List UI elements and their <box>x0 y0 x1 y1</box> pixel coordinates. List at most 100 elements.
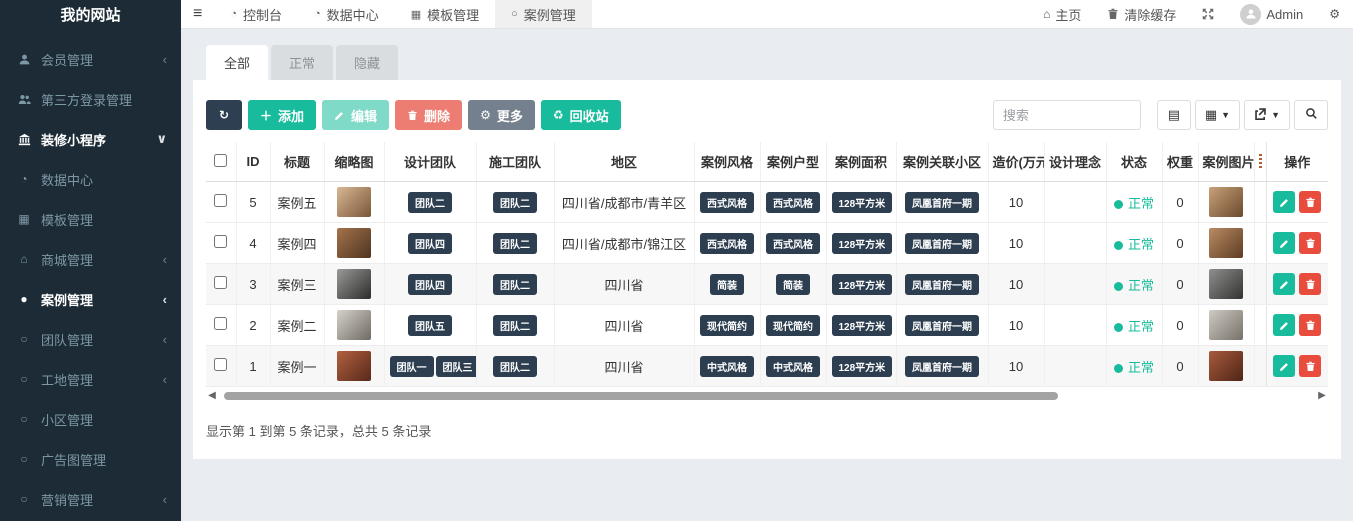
select-all-checkbox[interactable] <box>214 154 227 167</box>
cell-check <box>206 264 236 305</box>
cell-design_team: 团队一团队三 <box>384 346 476 387</box>
user-menu[interactable]: Admin <box>1227 0 1316 28</box>
chevron-down-icon: ∨ <box>156 131 167 147</box>
row-delete-button[interactable] <box>1299 314 1321 336</box>
row-checkbox[interactable] <box>214 358 227 371</box>
tag-badge: 128平方米 <box>832 356 893 377</box>
grid-icon: ▦ <box>411 8 421 21</box>
cell-region: 四川省/成都市/青羊区 <box>554 182 694 223</box>
row-checkbox[interactable] <box>214 235 227 248</box>
tag-badge: 西式风格 <box>700 192 754 213</box>
row-delete-button[interactable] <box>1299 191 1321 213</box>
scrollbar-track[interactable] <box>218 391 1316 401</box>
sidebar-item-11[interactable]: ○广告图管理 <box>0 439 181 479</box>
cell-id: 1 <box>236 346 270 387</box>
delete-button-label: 删除 <box>424 106 450 125</box>
cell-sliver <box>1254 346 1266 387</box>
export-button[interactable]: ▼ <box>1244 100 1290 130</box>
filter-tab-3[interactable]: 隐藏 <box>336 45 398 80</box>
cell-check <box>206 182 236 223</box>
navbar-tab-2[interactable]: ◔ 数据中心 <box>298 0 395 28</box>
case-photo-image <box>1209 228 1243 258</box>
sidebar-item-8[interactable]: ○团队管理‹ <box>0 319 181 359</box>
sidebar-item-12[interactable]: ○营销管理‹ <box>0 479 181 519</box>
refresh-button[interactable]: ↻ <box>206 100 242 130</box>
navbar-tab-3[interactable]: ▦模板管理 <box>395 0 495 28</box>
cell-layout: 西式风格 <box>760 182 826 223</box>
search-toggle-button[interactable] <box>1294 100 1328 130</box>
site-title: 我的网站 <box>0 0 181 29</box>
scroll-left-arrow[interactable]: ◀ <box>206 391 218 401</box>
tag-badge: 凤凰首府一期 <box>905 192 979 213</box>
tag-badge: 西式风格 <box>700 233 754 254</box>
sidebar-item-6[interactable]: ⌂商城管理‹ <box>0 239 181 279</box>
gear-icon: ⚙ <box>480 108 491 122</box>
case-photo-image <box>1209 269 1243 299</box>
column-header-style: 案例风格 <box>694 142 760 182</box>
cell-status: 正常 <box>1106 305 1162 346</box>
row-delete-button[interactable] <box>1299 232 1321 254</box>
delete-button[interactable]: 删除 <box>395 100 462 130</box>
filter-tab-2[interactable]: 正常 <box>271 45 333 80</box>
tag-badge: 团队二 <box>493 315 537 336</box>
cell-ops <box>1266 346 1328 387</box>
home-link[interactable]: ⌂ 主页 <box>1030 0 1094 28</box>
clear-cache-link[interactable]: 清除缓存 <box>1094 0 1189 28</box>
cell-style: 简装 <box>694 264 760 305</box>
sidebar-item-9[interactable]: ○工地管理‹ <box>0 359 181 399</box>
cell-build_team: 团队二 <box>476 346 554 387</box>
sidebar-item-label: 装修小程序 <box>41 130 156 149</box>
more-button[interactable]: ⚙更多 <box>468 100 535 130</box>
filter-tab-1[interactable]: 全部 <box>206 45 268 80</box>
tag-badge: 团队二 <box>493 233 537 254</box>
cell-weight: 0 <box>1162 305 1198 346</box>
cell-weight: 0 <box>1162 182 1198 223</box>
cell-sliver <box>1254 305 1266 346</box>
cell-thumb <box>324 182 384 223</box>
sidebar-item-3[interactable]: 装修小程序∨ <box>0 119 181 159</box>
scroll-right-arrow[interactable]: ▶ <box>1316 391 1328 401</box>
row-delete-button[interactable] <box>1299 273 1321 295</box>
search-input[interactable] <box>993 100 1141 130</box>
fullscreen-button[interactable] <box>1189 0 1227 28</box>
row-checkbox[interactable] <box>214 194 227 207</box>
sidebar-item-label: 商城管理 <box>41 250 163 269</box>
settings-button[interactable]: ⚙ <box>1316 0 1353 28</box>
navbar-tab-label: 数据中心 <box>327 5 379 24</box>
row-checkbox[interactable] <box>214 276 227 289</box>
sidebar-item-2[interactable]: 第三方登录管理 <box>0 79 181 119</box>
columns-button[interactable]: ▦▼ <box>1195 100 1240 130</box>
add-button[interactable]: ＋添加 <box>248 100 316 130</box>
menu-toggle-icon[interactable]: ≡ <box>181 5 214 23</box>
table-row: 5案例五团队二团队二四川省/成都市/青羊区西式风格西式风格128平方米凤凰首府一… <box>206 182 1328 223</box>
status-text: 正常 <box>1128 278 1154 293</box>
row-edit-button[interactable] <box>1273 314 1295 336</box>
cell-design_team: 团队四 <box>384 223 476 264</box>
column-header-check[interactable] <box>206 142 236 182</box>
cell-layout: 现代简约 <box>760 305 826 346</box>
add-button-label: 添加 <box>278 106 304 125</box>
row-delete-button[interactable] <box>1299 355 1321 377</box>
sidebar-item-10[interactable]: ○小区管理 <box>0 399 181 439</box>
row-edit-button[interactable] <box>1273 355 1295 377</box>
navbar-tab-4[interactable]: ○案例管理 <box>495 0 592 28</box>
navbar-tab-1[interactable]: ◔控制台 <box>214 0 298 28</box>
cell-photo <box>1198 346 1254 387</box>
recycle-bin-button[interactable]: ♻回收站 <box>541 100 621 130</box>
sidebar-item-label: 团队管理 <box>41 330 163 349</box>
row-edit-button[interactable] <box>1273 273 1295 295</box>
row-checkbox[interactable] <box>214 317 227 330</box>
row-edit-button[interactable] <box>1273 191 1295 213</box>
scrollbar-thumb[interactable] <box>224 392 1058 400</box>
card-view-button[interactable]: ▤ <box>1157 100 1191 130</box>
gauge-icon: ◔ <box>314 8 321 20</box>
sidebar-item-1[interactable]: 会员管理‹ <box>0 39 181 79</box>
sidebar-item-7[interactable]: ●案例管理‹ <box>0 279 181 319</box>
sidebar-item-5[interactable]: ▦模板管理 <box>0 199 181 239</box>
cell-weight: 0 <box>1162 346 1198 387</box>
sidebar-item-4[interactable]: ◔数据中心 <box>0 159 181 199</box>
row-edit-button[interactable] <box>1273 232 1295 254</box>
cell-ops <box>1266 223 1328 264</box>
cell-photo <box>1198 264 1254 305</box>
edit-button[interactable]: 编辑 <box>322 100 389 130</box>
